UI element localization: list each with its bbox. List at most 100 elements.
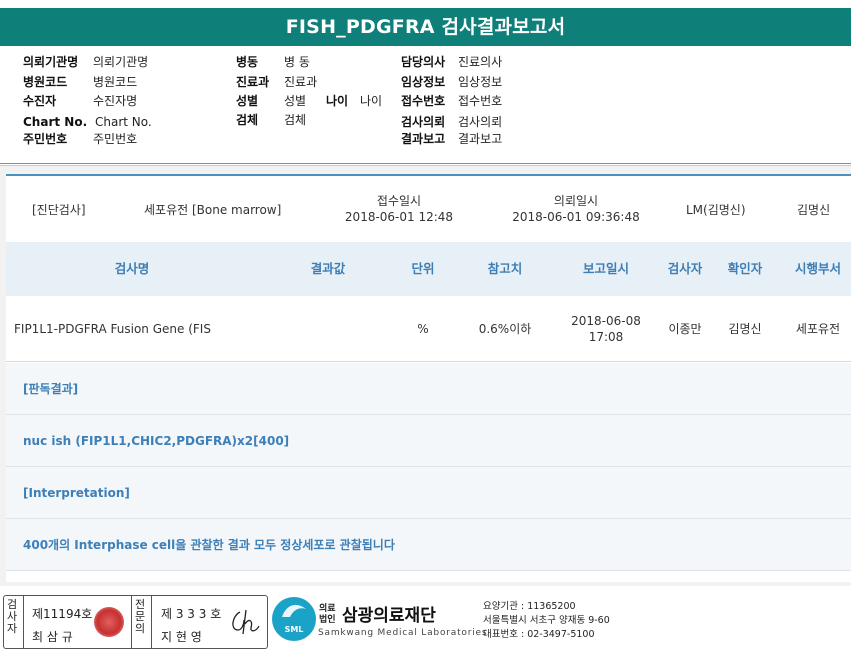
field-value: 병원코드 [93, 75, 138, 89]
patient-field-clinical-info: 임상정보 임상정보 [401, 75, 502, 89]
field-label: 병동 [236, 55, 259, 69]
report-time: 17:08 [588, 330, 624, 344]
org-phone: 대표번호 : 02-3497-5100 [483, 629, 595, 640]
field-value: 의뢰기관명 [93, 55, 149, 69]
received-value: 2018-06-01 12:48 [344, 210, 454, 224]
divider [151, 596, 152, 648]
summary-category: [진단검사] [32, 203, 86, 217]
field-label: 결과보고 [401, 132, 446, 146]
cell-unit: % [417, 322, 429, 336]
specialist-label: 전문의 [134, 599, 148, 635]
table-row[interactable]: FIP1L1-PDGFRA Fusion Gene (FIS % 0.6%이하 … [6, 296, 851, 362]
header-reference: 참고치 [487, 261, 523, 276]
field-label: 진료과 [236, 75, 270, 89]
patient-info-panel: 의뢰기관명 의뢰기관명 병원코드 병원코드 수진자 수진자명 Chart No. Cha… [0, 46, 851, 164]
patient-field-chart-no: Chart No. Chart No. [23, 115, 152, 129]
tester-seal-icon [94, 607, 124, 637]
org-name: 삼광의료재단 [342, 606, 436, 626]
cell-confirmer: 김명신 [728, 322, 762, 336]
logo-text: SML [284, 625, 304, 634]
patient-field-doctor: 담당의사 진료의사 [401, 55, 502, 69]
specialist-license-no: 제 3 3 3 호 [161, 607, 222, 621]
result-karyotype: nuc ish (FIP1L1,CHIC2,PDGFRA)x2[400] [6, 415, 851, 467]
patient-field-institution: 의뢰기관명 의뢰기관명 [23, 55, 148, 69]
age-value: 나이 [360, 94, 383, 108]
tester-name: 최 삼 규 [32, 630, 73, 644]
result-heading: [판독결과] [6, 363, 851, 415]
header-test-name: 검사명 [114, 261, 150, 276]
field-label: 성별 [236, 94, 259, 108]
patient-field-hospital-code: 병원코드 병원코드 [23, 75, 137, 89]
tester-label-text: 검사자 [6, 598, 18, 635]
sml-logo-icon: SML [272, 597, 316, 641]
interpretation-text-value: 400개의 Interphase cell을 관찰한 결과 모두 정상세포로 관… [23, 538, 395, 552]
field-value: 임상정보 [458, 75, 503, 89]
field-value: 병 동 [284, 55, 310, 69]
requested-label: 의뢰일시 [553, 194, 599, 208]
org-english-name: Samkwang Medical Laboratories [318, 628, 488, 638]
header-result: 결과값 [310, 261, 346, 276]
header-unit: 단위 [411, 261, 435, 276]
header-report-date: 보고일시 [582, 261, 629, 276]
cell-test-name: FIP1L1-PDGFRA Fusion Gene (FIS [14, 322, 211, 336]
specialist-name: 지 현 영 [161, 630, 202, 644]
patient-field-result-report: 결과보고 결과보고 [401, 132, 502, 146]
org-prefix-top: 의료 [319, 604, 336, 614]
specialist-label-text: 전문의 [134, 598, 146, 635]
field-value: 주민번호 [93, 132, 138, 146]
patient-field-resident-no: 주민번호 주민번호 [23, 132, 137, 146]
org-code: 요양기관 : 11365200 [483, 601, 576, 612]
header-confirmer: 확인자 [727, 261, 763, 276]
patient-field-ward: 병동 병 동 [236, 55, 310, 69]
interpretation-heading-text: [Interpretation] [23, 486, 130, 500]
interpretation-heading: [Interpretation] [6, 467, 851, 519]
field-label: 병원코드 [23, 75, 68, 89]
result-heading-text: [판독결과] [23, 382, 79, 396]
field-value: Chart No. [95, 115, 152, 129]
field-label: Chart No. [23, 115, 88, 129]
header-department: 시행부서 [794, 261, 841, 276]
result-karyotype-text: nuc ish (FIP1L1,CHIC2,PDGFRA)x2[400] [23, 434, 290, 448]
patient-field-specimen: 검체 검체 [236, 113, 306, 127]
field-value: 검체 [284, 113, 307, 127]
field-label: 임상정보 [401, 75, 446, 89]
field-value: 진료과 [284, 75, 318, 89]
field-label: 담당의사 [401, 55, 446, 69]
field-label: 수진자 [23, 94, 57, 108]
signature-box: 검사자 제11194호 최 삼 규 전문의 제 3 3 3 호 지 현 영 [3, 595, 268, 649]
field-label: 검체 [236, 113, 259, 127]
header-tester: 검사자 [667, 261, 703, 276]
report-footer: 검사자 제11194호 최 삼 규 전문의 제 3 3 3 호 지 현 영 SM… [0, 590, 851, 661]
cell-tester: 이종만 [668, 322, 702, 336]
patient-field-test-request: 검사의뢰 검사의뢰 [401, 115, 502, 129]
field-label: 검사의뢰 [401, 115, 446, 129]
org-address: 서울특별시 서초구 양재동 9-60 [483, 615, 610, 626]
report-date: 2018-06-08 [571, 314, 641, 328]
field-value: 진료의사 [458, 55, 503, 69]
interpretation-text: 400개의 Interphase cell을 관찰한 결과 모두 정상세포로 관… [6, 519, 851, 571]
report-title: FISH_PDGFRA 검사결과보고서 [0, 8, 851, 46]
field-value: 수진자명 [93, 94, 138, 108]
field-value: 검사의뢰 [458, 115, 503, 129]
received-label: 접수일시 [376, 194, 422, 208]
cell-reference: 0.6%이하 [478, 322, 532, 336]
summary-received: 접수일시 2018-06-01 12:48 [336, 193, 462, 225]
field-label: 의뢰기관명 [23, 55, 79, 69]
summary-confirmer: 김명신 [797, 203, 831, 217]
summary-department: 세포유전 [Bone marrow] [144, 203, 282, 217]
test-summary-row[interactable]: [진단검사] 세포유전 [Bone marrow] 접수일시 2018-06-0… [6, 176, 851, 242]
patient-field-patient-name: 수진자 수진자명 [23, 94, 137, 108]
field-label: 접수번호 [401, 94, 446, 108]
requested-value: 2018-06-01 09:36:48 [512, 210, 640, 224]
field-value: 결과보고 [458, 132, 503, 146]
tester-label: 검사자 [6, 599, 20, 635]
patient-field-sex: 성별 성별 나이 나이 [236, 94, 382, 108]
patient-field-receipt-no: 접수번호 접수번호 [401, 94, 502, 108]
summary-requested: 의뢰일시 2018-06-01 09:36:48 [506, 193, 646, 225]
divider [23, 596, 24, 648]
signature-icon [232, 609, 260, 635]
summary-lm: LM(김명신) [686, 203, 746, 217]
divider [131, 596, 132, 648]
age-label: 나이 [326, 94, 349, 108]
table-header: 검사명 결과값 단위 참고치 보고일시 검사자 확인자 시행부서 [6, 242, 851, 296]
